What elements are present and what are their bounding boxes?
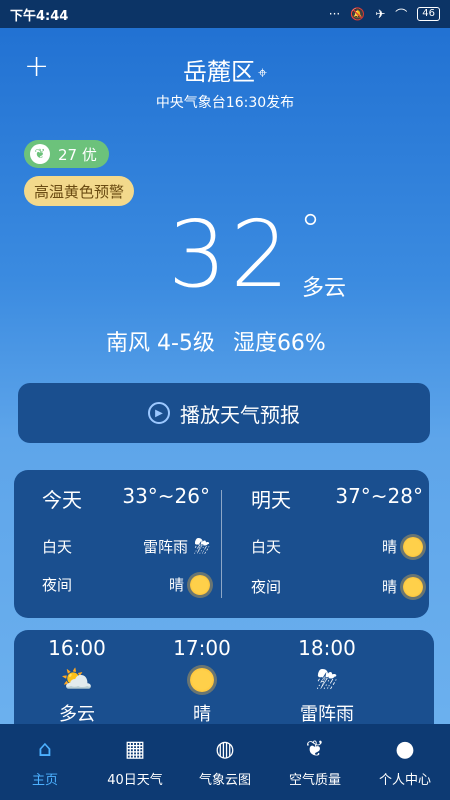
- night-label: 夜间: [42, 576, 73, 594]
- today-night-row: 夜间 晴: [42, 574, 210, 595]
- today-label: 今天: [42, 488, 82, 512]
- location-title[interactable]: 岳麓区 ⌖: [0, 52, 450, 87]
- warning-badge[interactable]: 高温黄色预警: [24, 176, 135, 206]
- hourly-item: 16:00 ⛅ 多云: [32, 630, 122, 726]
- hourly-item: 18:00 ⛈ 雷阵雨: [282, 630, 372, 726]
- aqi-badge[interactable]: ❦ 27 优: [24, 140, 109, 168]
- today-day-condition: 雷阵雨: [142, 537, 188, 556]
- tomorrow-day-row: 白天 晴: [251, 536, 423, 557]
- degree-symbol: °: [300, 205, 321, 254]
- sun-icon: [157, 664, 247, 696]
- bottom-nav: ⌂ 主页 ▦ 40日天气 ◍ 气象云图 ❦ 空气质量 ● 个人中心: [0, 724, 450, 800]
- nav-cloud-map[interactable]: ◍ 气象云图: [180, 724, 270, 800]
- night-label: 夜间: [251, 578, 282, 596]
- daily-forecast-card[interactable]: 今天 33°~26° 白天 雷阵雨 ⛈ 夜间 晴 明天 37°~28° 白天 晴…: [14, 470, 429, 618]
- location-name: 岳麓区: [182, 58, 255, 86]
- wifi-icon: ⌒: [395, 7, 408, 22]
- hour-time: 17:00: [173, 636, 231, 660]
- hour-condition: 多云: [59, 704, 95, 725]
- leaf-icon: ❦: [30, 144, 50, 164]
- humidity-text: 湿度66%: [232, 331, 326, 356]
- nav-home[interactable]: ⌂ 主页: [0, 724, 90, 800]
- wind-humidity-line: 南风 4-5级 湿度66%: [106, 325, 326, 357]
- hour-condition: 雷阵雨: [300, 704, 354, 725]
- hour-time: 18:00: [298, 636, 356, 660]
- airplane-icon: ✈: [375, 7, 386, 21]
- tomorrow-forecast[interactable]: 明天 37°~28° 白天 晴 夜间 晴: [227, 470, 427, 618]
- aqi-text: 27 优: [58, 145, 97, 164]
- cloudy-icon: ⛅: [60, 665, 94, 695]
- today-day-row: 白天 雷阵雨 ⛈: [42, 534, 210, 558]
- forecast-divider: [221, 490, 222, 598]
- play-forecast-button[interactable]: ▶ 播放天气预报: [18, 383, 430, 443]
- leaf-icon: ❦: [305, 737, 325, 762]
- hourly-item: 17:00 晴: [157, 630, 247, 726]
- tomorrow-day-condition: 晴: [381, 538, 397, 556]
- nav-label: 40日天气: [107, 772, 163, 788]
- play-icon: ▶: [148, 402, 170, 424]
- sun-icon: [190, 574, 210, 595]
- location-pin-icon: ⌖: [257, 63, 267, 82]
- publish-time: 中央气象台16:30发布: [155, 95, 295, 111]
- day-label: 白天: [42, 537, 73, 556]
- thunderstorm-icon: ⛈: [194, 534, 210, 558]
- hour-condition: 晴: [193, 704, 211, 725]
- wind-text: 南风 4-5级: [106, 331, 215, 356]
- today-night-condition: 晴: [168, 576, 184, 594]
- home-icon: ⌂: [38, 737, 52, 762]
- status-time: 下午4:44: [10, 8, 69, 24]
- status-icons: ··· 🔕 ✈ ⌒ 46: [329, 6, 440, 23]
- tomorrow-range: 37°~28°: [335, 484, 423, 508]
- more-dots-icon: ···: [328, 7, 341, 21]
- nav-air-quality[interactable]: ❦ 空气质量: [270, 724, 360, 800]
- play-label: 播放天气预报: [180, 402, 300, 427]
- hourly-forecast-card[interactable]: 16:00 ⛅ 多云 17:00 晴 18:00 ⛈ 雷阵雨: [14, 630, 434, 730]
- nav-label: 个人中心: [378, 772, 431, 788]
- calendar-icon: ▦: [124, 737, 146, 762]
- sun-icon: [403, 536, 423, 557]
- sun-icon: [403, 576, 423, 597]
- day-label: 白天: [251, 538, 282, 556]
- mute-icon: 🔕: [350, 7, 366, 21]
- nav-label: 气象云图: [198, 772, 251, 788]
- status-bar: 下午4:44 ··· 🔕 ✈ ⌒ 46: [0, 0, 450, 28]
- battery-icon: 46: [417, 7, 440, 21]
- nav-profile[interactable]: ● 个人中心: [360, 724, 450, 800]
- nav-label: 主页: [31, 772, 58, 788]
- hour-time: 16:00: [48, 636, 106, 660]
- current-condition: 多云: [302, 276, 347, 301]
- nav-label: 空气质量: [288, 772, 341, 788]
- user-icon: ●: [395, 737, 415, 762]
- today-range: 33°~26°: [122, 484, 210, 508]
- thunderstorm-icon: ⛈: [316, 664, 338, 695]
- tomorrow-night-row: 夜间 晴: [251, 576, 423, 597]
- tomorrow-label: 明天: [251, 488, 291, 512]
- tomorrow-night-condition: 晴: [381, 578, 397, 596]
- nav-40-day[interactable]: ▦ 40日天气: [90, 724, 180, 800]
- today-forecast[interactable]: 今天 33°~26° 白天 雷阵雨 ⛈ 夜间 晴: [14, 470, 214, 618]
- globe-icon: ◍: [215, 737, 235, 762]
- current-temperature: 32: [168, 201, 294, 308]
